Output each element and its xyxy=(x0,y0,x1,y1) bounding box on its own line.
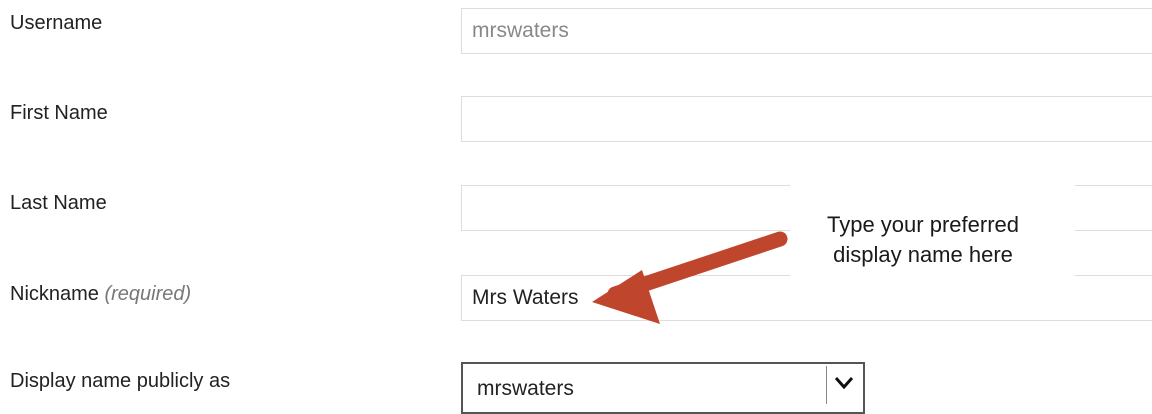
display-name-selected-value: mrswaters xyxy=(477,377,574,400)
chevron-down-icon[interactable] xyxy=(826,366,861,404)
callout-line-2: display name here xyxy=(833,242,1013,267)
first-name-label: First Name xyxy=(10,102,108,124)
arrow-icon xyxy=(592,231,788,324)
last-name-label: Last Name xyxy=(10,192,107,214)
display-name-select[interactable]: mrswaters xyxy=(461,362,865,414)
username-input xyxy=(461,8,1152,54)
required-note: (required) xyxy=(104,283,192,305)
nickname-label-text: Nickname xyxy=(10,283,99,305)
username-label: Username xyxy=(10,12,103,34)
first-name-input[interactable] xyxy=(461,96,1152,142)
callout-line-1: Type your preferred xyxy=(827,212,1019,237)
nickname-label: Nickname (required) xyxy=(10,283,191,306)
callout-text: Type your preferred display name here xyxy=(788,210,1058,270)
display-name-label: Display name publicly as xyxy=(10,370,231,392)
